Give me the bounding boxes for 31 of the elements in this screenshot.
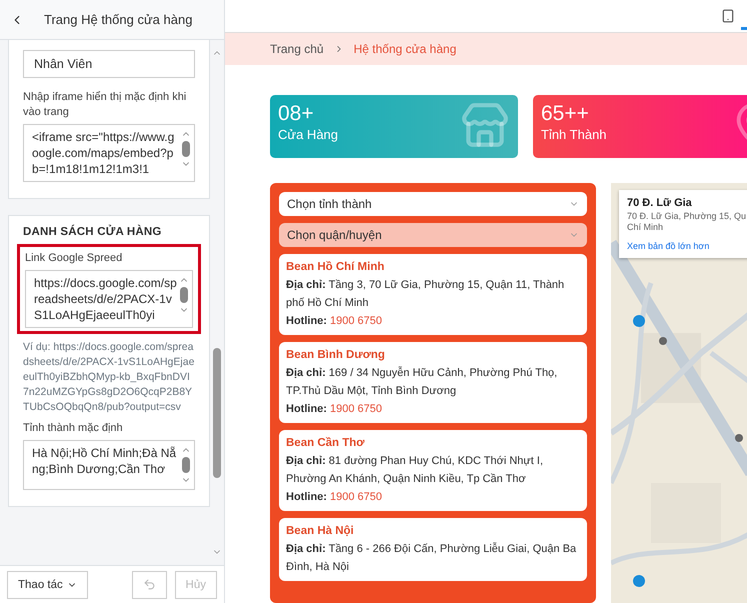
stat-label: Cửa Hàng bbox=[278, 127, 338, 142]
field-label: Tỉnh thành mặc định bbox=[23, 421, 124, 436]
larger-map-link[interactable]: Xem bản đồ lớn hơn bbox=[626, 241, 747, 251]
store-address: Địa chỉ: 81 đường Phan Huy Chú, KDC Thới Nhựt I, Phường An Khánh, Quận Ninh Kiều, Tp Cần Thơ bbox=[286, 454, 544, 487]
place-address: 70 Đ. Lữ Gia, Phường 15, Qu Chí Minh bbox=[626, 211, 747, 233]
text-area[interactable]: Hà Nội;Hồ Chí Minh;Đà Nẵng;Bình Dương;Cần Thơ bbox=[23, 440, 195, 490]
store-name: Bean Bình Dương bbox=[286, 348, 386, 363]
panel-title: Trang Hệ thống cửa hàng bbox=[44, 12, 192, 27]
text-area[interactable]: <iframe src="https://www.google.com/maps/embed?pb=!1m18!1m12!1m3!1 bbox=[23, 124, 195, 182]
input-field[interactable]: Nhân Viên bbox=[23, 50, 195, 78]
stat-label: Tỉnh Thành bbox=[541, 127, 607, 142]
store-hotline: Hotline: 1900 6750 bbox=[286, 490, 384, 505]
field-label: Nhập iframe hiển thị mặc định khi vào trang bbox=[23, 90, 188, 120]
stat-value: 65++ bbox=[541, 101, 589, 127]
text-area[interactable]: https://docs.google.com/spreadsheets/d/e/2PACX-1vS1LoAHgEjaeeulTh0yi bbox=[25, 270, 193, 328]
field-label: Link Google Spreed bbox=[25, 251, 124, 266]
hint-text: Ví dụ: https://docs.google.com/spreadsheets/d/e/2PACX-1vS1LoAHgEjaeeulTh0yiBZbhQMyp-kb_BxqFbnDVI7n22uMZGYpGs8gD2O6QcqP2B8YTUbCsOQbqQn8/pub?output=csv bbox=[23, 340, 195, 415]
store-name: Bean Hà Nội bbox=[286, 524, 355, 539]
select-field[interactable]: Chọn tỉnh thành bbox=[279, 192, 587, 216]
store-address: Địa chỉ: Tầng 3, 70 Lữ Gia, Phường 15, Quận 11, Thành phố Hồ Chí Minh bbox=[286, 278, 566, 311]
store-address: Địa chỉ: Tầng 6 - 266 Đội Cấn, Phường Liễu Giai, Quận Ba Đình, Hà Nội bbox=[286, 542, 578, 575]
stat-value: 08+ bbox=[278, 101, 314, 127]
store-name: Bean Hồ Chí Minh bbox=[286, 260, 386, 275]
store-name: Bean Cần Thơ bbox=[286, 436, 366, 451]
place-title: 70 Đ. Lữ Gia bbox=[626, 197, 693, 209]
breadcrumb-link[interactable]: Trang chủ bbox=[270, 42, 324, 56]
store-address: Địa chỉ: 169 / 34 Nguyễn Hữu Cảnh, Phường Phú Thọ, TP.Thủ Dầu Một, Tỉnh Bình Dương bbox=[286, 366, 558, 399]
actions-button[interactable]: Thao tác bbox=[7, 570, 88, 598]
store-hotline: Hotline: 1900 6750 bbox=[286, 402, 384, 417]
store-hotline: Hotline: 1900 6750 bbox=[286, 314, 384, 329]
section-heading: DANH SÁCH CỬA HÀNG bbox=[23, 226, 163, 238]
